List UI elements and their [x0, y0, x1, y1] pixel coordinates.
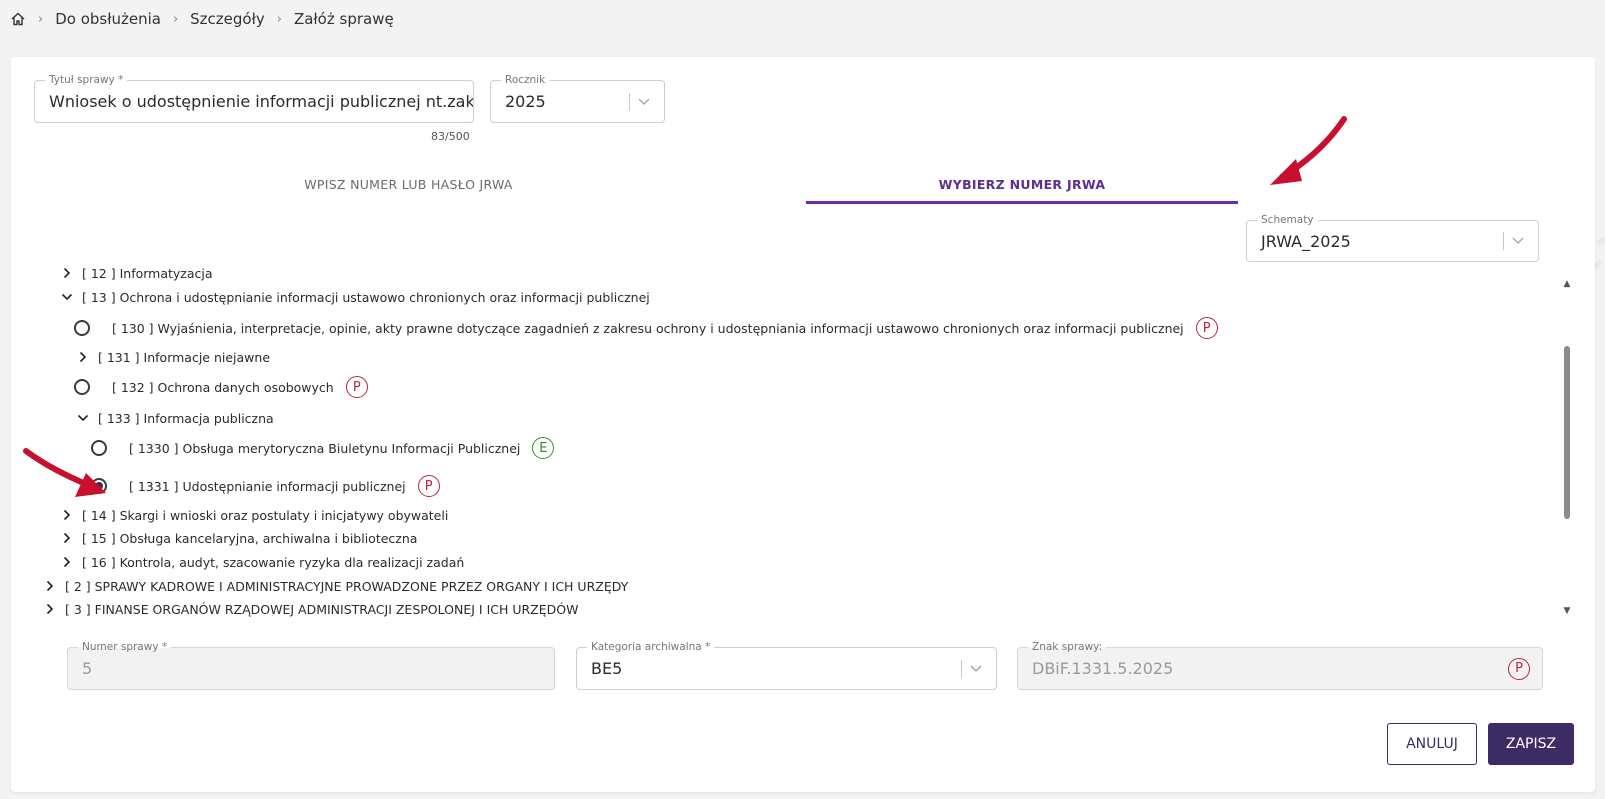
schema-select-label: Schematy — [1257, 213, 1318, 227]
chevron-down-icon[interactable] — [970, 664, 982, 673]
schema-select[interactable]: Schematy JRWA_2025 — [1246, 213, 1539, 262]
year-select-label: Rocznik — [501, 73, 550, 87]
breadcrumb-item-szczegoly[interactable]: Szczegóły — [190, 10, 265, 28]
e-badge-icon: E — [532, 437, 555, 459]
chevron-right-icon[interactable] — [60, 531, 74, 545]
chevron-right-icon: › — [38, 11, 44, 27]
tree-node-15[interactable]: [ 15 ] Obsługa kancelaryjna, archiwalna … — [60, 527, 417, 549]
tab-enter-jrwa[interactable]: WPISZ NUMER LUB HASŁO JRWA — [11, 164, 806, 204]
tree-node-132[interactable]: [ 132 ] Ochrona danych osobowych P — [74, 374, 368, 400]
case-number-label: Numer sprawy * — [78, 640, 172, 654]
title-field[interactable]: Tytuł sprawy * Wniosek o udostępnienie i… — [34, 73, 474, 123]
tree-node-label: [ 1330 ] Obsługa merytoryczna Biuletynu … — [129, 440, 521, 456]
home-icon[interactable] — [10, 11, 26, 27]
title-field-label: Tytuł sprawy * — [45, 73, 128, 87]
tree-node-label: [ 2 ] SPRAWY KADROWE I ADMINISTRACYJNE P… — [65, 578, 629, 594]
chevron-right-icon[interactable] — [60, 555, 74, 569]
radio-button[interactable] — [74, 379, 90, 395]
schema-select-value: JRWA_2025 — [1261, 231, 1351, 251]
chevron-right-icon[interactable] — [43, 602, 57, 616]
tree-node-130[interactable]: [ 130 ] Wyjaśnienia, interpretacje, opin… — [74, 315, 1218, 341]
p-badge-icon: P — [1195, 317, 1218, 339]
case-number-field: Numer sprawy * 5 — [67, 640, 555, 690]
scrollbar-thumb[interactable] — [1564, 346, 1570, 519]
tree-node-label: [ 131 ] Informacje niejawne — [98, 349, 271, 365]
tree-node-2[interactable]: [ 2 ] SPRAWY KADROWE I ADMINISTRACYJNE P… — [43, 575, 628, 597]
p-badge-icon: P — [417, 475, 440, 497]
tree-node-label: [ 12 ] Informatyzacja — [82, 268, 213, 281]
jrwa-tree[interactable]: [ 12 ] Informatyzacja [ 13 ] Ochrona i u… — [36, 268, 1556, 624]
tree-node-label: [ 16 ] Kontrola, audyt, szacowanie ryzyk… — [82, 554, 465, 570]
chevron-down-icon[interactable] — [1512, 237, 1524, 245]
cancel-button[interactable]: ANULUJ — [1387, 723, 1477, 765]
breadcrumb: › Do obsłużenia › Szczegóły › Załóż spra… — [10, 8, 394, 30]
title-field-value[interactable]: Wniosek o udostępnienie informacji publi… — [35, 92, 473, 111]
radio-button[interactable] — [91, 440, 107, 456]
chevron-right-icon[interactable] — [76, 350, 90, 364]
chevron-down-icon[interactable] — [638, 97, 650, 106]
chevron-right-icon[interactable] — [60, 268, 74, 280]
tree-node-1331[interactable]: [ 1331 ] Udostępnianie informacji public… — [91, 473, 440, 499]
title-char-counter: 83/500 — [431, 130, 470, 143]
save-button[interactable]: ZAPISZ — [1488, 723, 1574, 765]
tree-node-label: [ 3 ] FINANSE ORGANÓW RZĄDOWEJ ADMINISTR… — [65, 601, 579, 617]
tree-node-3[interactable]: [ 3 ] FINANSE ORGANÓW RZĄDOWEJ ADMINISTR… — [43, 598, 578, 620]
tree-node-16[interactable]: [ 16 ] Kontrola, audyt, szacowanie ryzyk… — [60, 551, 464, 573]
tree-node-label: [ 14 ] Skargi i wnioski oraz postulaty i… — [82, 507, 449, 523]
year-select-value: 2025 — [505, 92, 546, 111]
active-tab-indicator — [806, 201, 1238, 204]
radio-button[interactable] — [74, 320, 90, 336]
tree-node-14[interactable]: [ 14 ] Skargi i wnioski oraz postulaty i… — [60, 504, 448, 526]
chevron-right-icon: › — [276, 11, 282, 27]
case-sign-field: Znak sprawy: DBiF.1331.5.2025 P — [1017, 640, 1543, 690]
breadcrumb-item-do-obsluzenia[interactable]: Do obsłużenia — [55, 10, 161, 28]
case-sign-value: DBiF.1331.5.2025 — [1032, 659, 1174, 678]
archive-category-value: BE5 — [591, 659, 623, 678]
tree-node-12[interactable]: [ 12 ] Informatyzacja — [60, 268, 213, 284]
tree-node-label: [ 13 ] Ochrona i udostępnianie informacj… — [82, 289, 650, 305]
chevron-right-icon: › — [172, 11, 179, 27]
p-badge-icon: P — [345, 376, 368, 398]
chevron-down-icon[interactable] — [60, 290, 74, 304]
chevron-right-icon[interactable] — [43, 579, 57, 593]
case-sign-label: Znak sprawy: — [1028, 640, 1107, 654]
scroll-up-arrow-icon[interactable]: ▲ — [1561, 279, 1573, 289]
archive-category-select[interactable]: Kategoria archiwalna * BE5 — [576, 640, 997, 690]
chevron-down-icon[interactable] — [76, 411, 90, 425]
tab-choose-jrwa[interactable]: WYBIERZ NUMER JRWA — [806, 164, 1238, 204]
archive-category-label: Kategoria archiwalna * — [587, 640, 715, 654]
year-select[interactable]: Rocznik 2025 — [490, 73, 665, 123]
tree-node-1330[interactable]: [ 1330 ] Obsługa merytoryczna Biuletynu … — [91, 435, 555, 461]
tree-node-label: [ 133 ] Informacja publiczna — [98, 410, 274, 426]
tree-node-13[interactable]: [ 13 ] Ochrona i udostępnianie informacj… — [60, 286, 650, 308]
radio-button-selected[interactable] — [91, 478, 107, 494]
case-number-value: 5 — [82, 659, 93, 678]
tree-node-label: [ 1331 ] Udostępnianie informacji public… — [129, 478, 406, 494]
breadcrumb-item-zaloz-sprawe: Załóż sprawę — [293, 10, 394, 28]
p-badge-icon: P — [1508, 657, 1530, 680]
scroll-down-arrow-icon[interactable]: ▼ — [1561, 606, 1573, 616]
tree-node-131[interactable]: [ 131 ] Informacje niejawne — [76, 346, 270, 368]
chevron-right-icon[interactable] — [60, 508, 74, 522]
tree-node-133[interactable]: [ 133 ] Informacja publiczna — [76, 407, 274, 429]
tree-node-label: [ 15 ] Obsługa kancelaryjna, archiwalna … — [82, 530, 418, 546]
tree-node-label: [ 130 ] Wyjaśnienia, interpretacje, opin… — [112, 320, 1184, 336]
tree-node-label: [ 132 ] Ochrona danych osobowych — [112, 379, 334, 395]
